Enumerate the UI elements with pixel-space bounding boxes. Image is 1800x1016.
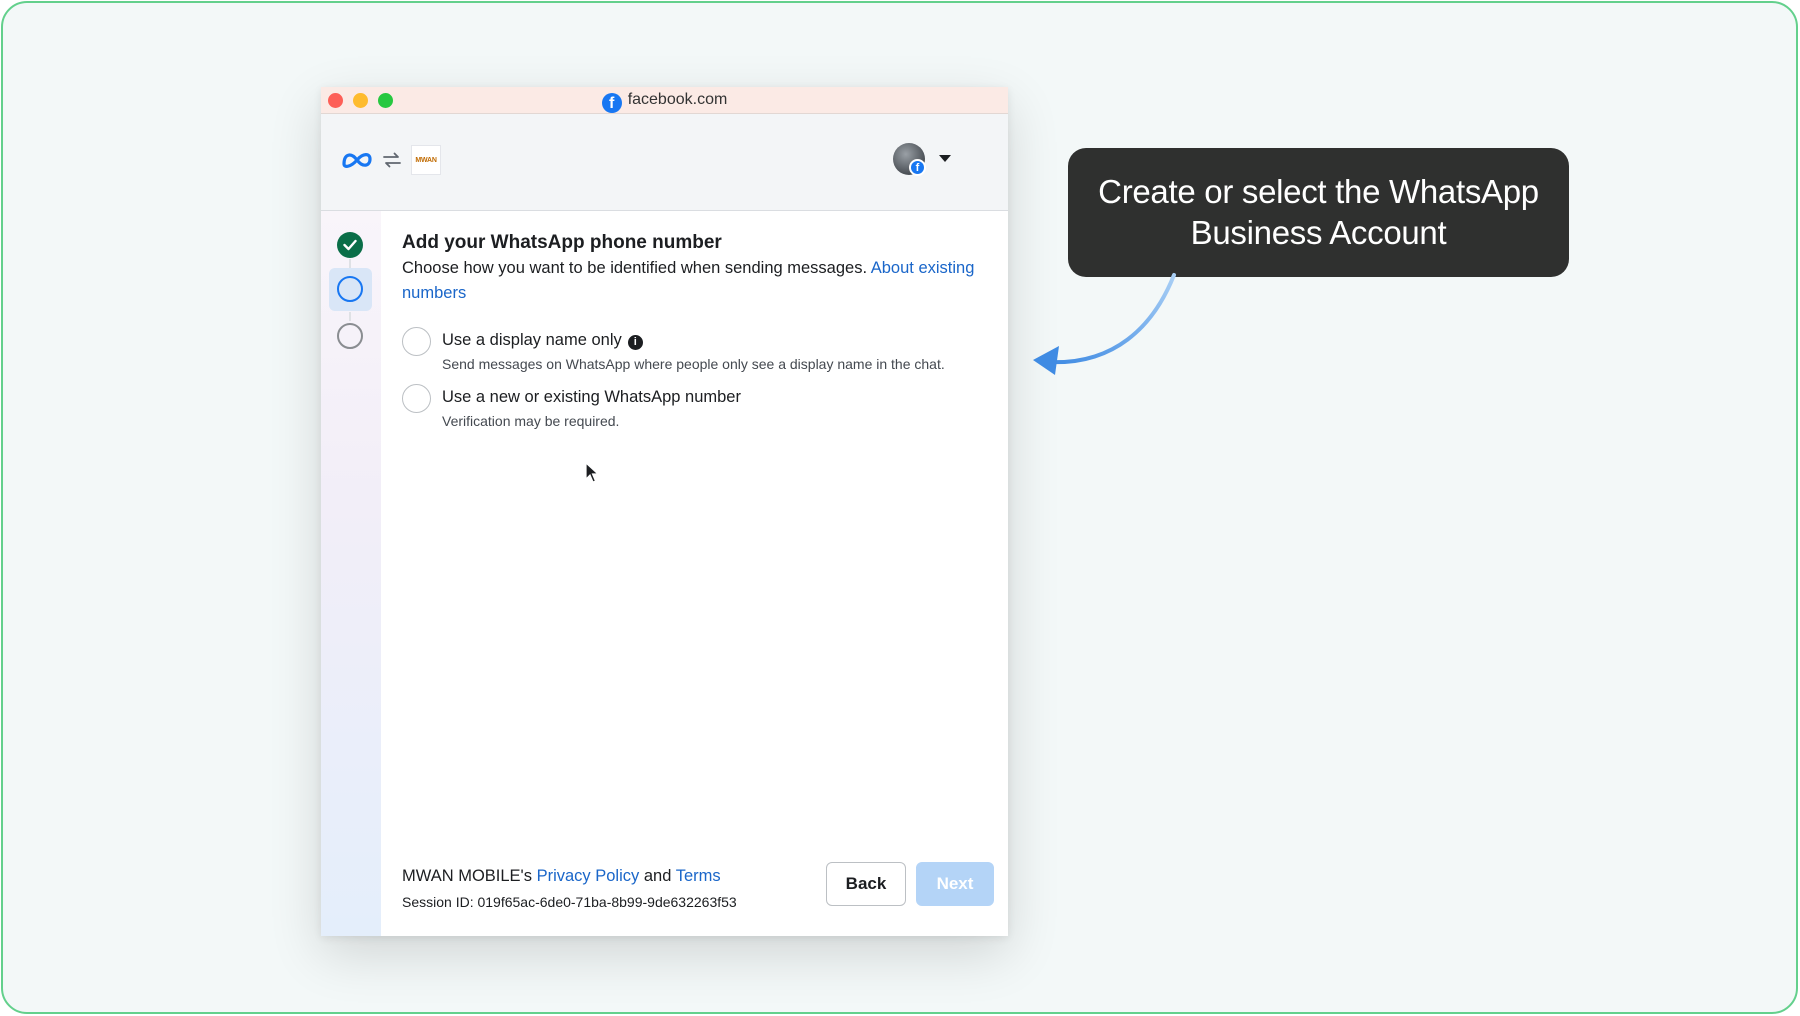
screenshot-frame: f facebook.com MWAN f Add your WhatsApp … [1,1,1798,1014]
callout-arrow-icon [1033,273,1176,375]
